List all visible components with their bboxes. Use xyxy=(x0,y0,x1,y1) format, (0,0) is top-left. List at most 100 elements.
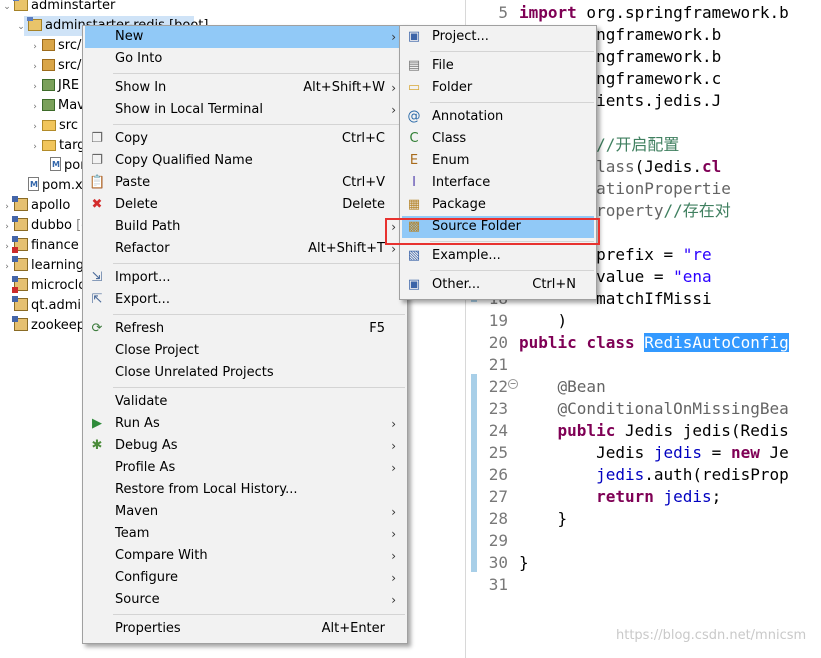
menu-item-refactor[interactable]: Refactor Alt+Shift+T › xyxy=(85,238,405,260)
menu-item-label: Export... xyxy=(115,292,170,307)
code-line: @Bean xyxy=(557,377,606,396)
context-menu: New › Go Into Show In Alt+Shift+W › Show in Lo… xyxy=(82,25,408,644)
project-icon xyxy=(13,0,28,11)
folder-icon xyxy=(42,140,56,151)
menu-item-maven[interactable]: Maven › xyxy=(85,501,405,523)
expand-toggle-icon[interactable]: ⌄ xyxy=(2,0,12,17)
tree-item[interactable]: qt.admin xyxy=(2,296,89,316)
menu-item-project[interactable]: ▣ Project... xyxy=(402,26,594,48)
annotation-icon: @ xyxy=(407,109,421,124)
submenu-arrow-icon: › xyxy=(391,417,396,431)
submenu-arrow-icon: › xyxy=(391,461,396,475)
menu-item-export[interactable]: ⇱ Export... xyxy=(85,289,405,311)
expand-toggle-icon[interactable]: › xyxy=(30,117,40,137)
menu-item-build-path[interactable]: Build Path › xyxy=(85,216,405,238)
menu-item-copy-qualified-name[interactable]: ❐ Copy Qualified Name xyxy=(85,150,405,172)
submenu-arrow-icon: › xyxy=(391,593,396,607)
submenu-arrow-icon: › xyxy=(391,549,396,563)
tree-item-label: learning xyxy=(31,258,85,273)
menu-item-validate[interactable]: Validate xyxy=(85,391,405,413)
menu-item-go-into[interactable]: Go Into xyxy=(85,48,405,70)
menu-item-package[interactable]: ▦ Package xyxy=(402,194,594,216)
menu-item-shortcut: Delete xyxy=(342,197,385,212)
tree-item[interactable]: › apollo xyxy=(2,196,70,216)
menu-item-refresh[interactable]: ⟳ Refresh F5 xyxy=(85,318,405,340)
menu-item-annotation[interactable]: @ Annotation xyxy=(402,106,594,128)
expand-toggle-icon[interactable]: › xyxy=(30,137,40,157)
menu-item-label: Close Unrelated Projects xyxy=(115,365,274,380)
project-icon xyxy=(12,216,28,231)
menu-item-enum[interactable]: E Enum xyxy=(402,150,594,172)
menu-item-compare-with[interactable]: Compare With › xyxy=(85,545,405,567)
menu-item-show-in[interactable]: Show In Alt+Shift+W › xyxy=(85,77,405,99)
expand-toggle-icon[interactable]: › xyxy=(30,77,40,97)
code-line: ) xyxy=(519,311,568,330)
tree-item[interactable]: ⌄ adminstarter xyxy=(2,0,115,16)
menu-item-other[interactable]: ▣ Other... Ctrl+N xyxy=(402,274,594,296)
other-icon: ▣ xyxy=(407,277,421,292)
menu-separator xyxy=(113,73,405,74)
menu-item-profile-as[interactable]: Profile As › xyxy=(85,457,405,479)
menu-item-label: Project... xyxy=(432,29,489,44)
tree-item[interactable]: › src xyxy=(30,116,78,136)
expand-toggle-icon[interactable]: ⌄ xyxy=(16,17,26,37)
tree-item-label: finance xyxy=(31,238,79,253)
expand-toggle-icon[interactable]: › xyxy=(2,237,12,257)
folder-icon xyxy=(42,120,56,131)
menu-item-label: Build Path xyxy=(115,219,181,234)
line-number: 21 xyxy=(488,355,508,374)
menu-item-properties[interactable]: Properties Alt+Enter xyxy=(85,618,405,640)
menu-item-new[interactable]: New › xyxy=(85,26,405,48)
menu-item-close-unrelated-projects[interactable]: Close Unrelated Projects xyxy=(85,362,405,384)
menu-item-file[interactable]: ▤ File xyxy=(402,55,594,77)
copy-icon: ❐ xyxy=(91,153,103,168)
code-line: Jedis jedis = new Je xyxy=(519,443,789,462)
menu-item-restore-from-local-history[interactable]: Restore from Local History... xyxy=(85,479,405,501)
submenu-arrow-icon: › xyxy=(391,505,396,519)
file-icon: ▤ xyxy=(407,58,421,73)
menu-item-debug-as[interactable]: ✱ Debug As › xyxy=(85,435,405,457)
expand-toggle-icon[interactable]: › xyxy=(2,257,12,277)
tree-item[interactable]: › learning xyxy=(2,256,84,276)
menu-item-show-in-local-terminal[interactable]: Show in Local Terminal › xyxy=(85,99,405,121)
menu-item-label: Copy Qualified Name xyxy=(115,153,253,168)
menu-item-close-project[interactable]: Close Project xyxy=(85,340,405,362)
menu-item-folder[interactable]: ▭ Folder xyxy=(402,77,594,99)
menu-item-delete[interactable]: ✖ Delete Delete xyxy=(85,194,405,216)
code-line: @ConditionalOnMissingBea xyxy=(557,399,789,418)
menu-item-configure[interactable]: Configure › xyxy=(85,567,405,589)
menu-item-run-as[interactable]: ▶ Run As › xyxy=(85,413,405,435)
menu-item-team[interactable]: Team › xyxy=(85,523,405,545)
menu-item-paste[interactable]: 📋 Paste Ctrl+V xyxy=(85,172,405,194)
expand-toggle-icon[interactable]: › xyxy=(30,97,40,117)
fold-toggle[interactable]: − xyxy=(508,379,518,389)
menu-item-label: Folder xyxy=(432,80,473,95)
menu-item-label: Properties xyxy=(115,621,181,636)
expand-toggle-icon[interactable]: › xyxy=(30,57,40,77)
menu-item-import[interactable]: ⇲ Import... xyxy=(85,267,405,289)
menu-item-label: Example... xyxy=(432,248,501,263)
menu-item-label: Show In xyxy=(115,80,167,95)
menu-item-example[interactable]: ▧ Example... xyxy=(402,245,594,267)
expand-toggle-icon[interactable]: › xyxy=(2,217,12,237)
expand-toggle-icon[interactable]: › xyxy=(2,197,12,217)
tree-item-label: apollo xyxy=(31,198,71,213)
menu-item-label: Interface xyxy=(432,175,491,190)
code-line: return jedis; xyxy=(596,487,722,506)
class-icon: C xyxy=(409,131,419,146)
menu-item-copy[interactable]: ❐ Copy Ctrl+C xyxy=(85,128,405,150)
menu-item-source[interactable]: Source › xyxy=(85,589,405,611)
maven-file-icon xyxy=(50,155,61,175)
menu-item-label: Close Project xyxy=(115,343,200,358)
menu-item-shortcut: Alt+Shift+T xyxy=(308,241,385,256)
line-number: 26 xyxy=(488,465,508,484)
menu-item-interface[interactable]: I Interface xyxy=(402,172,594,194)
menu-item-class[interactable]: C Class xyxy=(402,128,594,150)
line-number: 20 xyxy=(488,333,508,352)
menu-item-label: Class xyxy=(432,131,467,146)
menu-item-label: New xyxy=(115,29,144,44)
menu-item-shortcut: Ctrl+C xyxy=(341,131,385,146)
menu-separator xyxy=(113,124,405,125)
expand-toggle-icon[interactable]: › xyxy=(30,37,40,57)
project-icon xyxy=(12,236,28,253)
